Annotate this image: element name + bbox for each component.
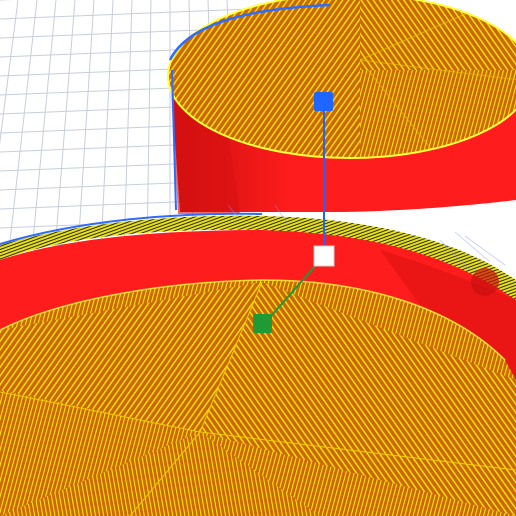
move-z-handle[interactable] xyxy=(314,92,333,111)
scene-canvas[interactable] xyxy=(0,0,516,516)
move-y-handle[interactable] xyxy=(253,314,272,333)
front-cylinder[interactable] xyxy=(0,204,516,516)
top-right-cylinder[interactable] xyxy=(160,0,516,214)
move-origin-handle[interactable] xyxy=(313,245,335,267)
3d-viewport[interactable] xyxy=(0,0,516,516)
